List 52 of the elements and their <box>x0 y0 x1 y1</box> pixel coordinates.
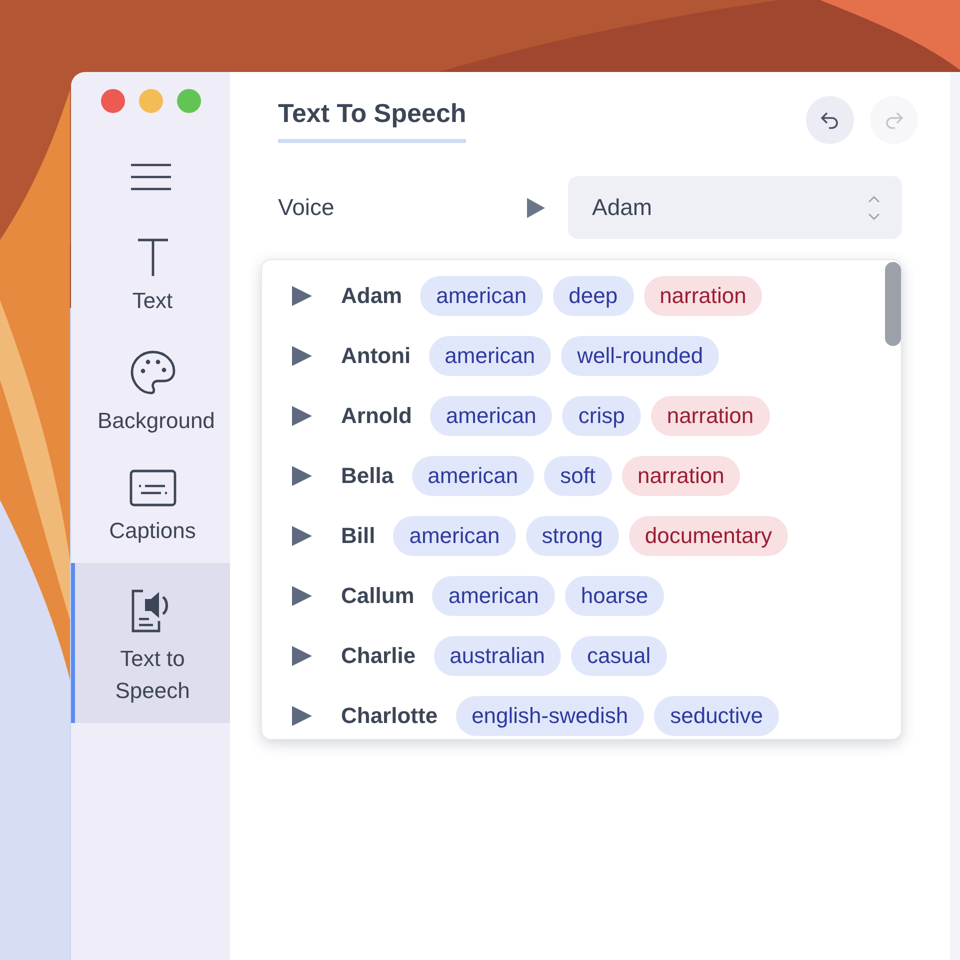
play-icon[interactable] <box>291 345 313 367</box>
voice-label: Voice <box>278 194 336 221</box>
voice-option[interactable]: Callum american hoarse <box>262 566 881 626</box>
play-icon[interactable] <box>291 645 313 667</box>
voice-tag: crisp <box>562 396 641 436</box>
sidebar-item[interactable]: Text <box>71 221 230 333</box>
voice-option[interactable]: Arnold american crisp narration <box>262 386 881 446</box>
voice-tag: soft <box>544 456 612 496</box>
play-icon[interactable] <box>291 585 313 607</box>
voice-tag: seductive <box>654 696 780 736</box>
undo-button[interactable] <box>806 96 854 144</box>
voice-option[interactable]: Bella american soft narration <box>262 446 881 506</box>
voice-tag: american <box>430 396 552 436</box>
voice-option[interactable]: Bill american strong documentary <box>262 506 881 566</box>
voice-tag: australian <box>434 636 561 676</box>
voice-option[interactable]: Adam american deep narration <box>262 266 881 326</box>
play-icon[interactable] <box>291 705 313 727</box>
voice-option[interactable]: Charlotte english-swedish seductive <box>262 686 881 739</box>
voice-tag: deep <box>552 276 634 316</box>
play-icon[interactable] <box>291 525 313 547</box>
voice-tag: english-swedish <box>456 696 644 736</box>
play-icon[interactable] <box>291 285 313 307</box>
chevron-updown-icon <box>868 194 880 220</box>
sidebar-item[interactable]: Captions <box>71 453 230 563</box>
palette-icon <box>128 349 176 397</box>
sidebar-item[interactable]: Background <box>71 333 230 453</box>
voice-tag: strong <box>526 516 619 556</box>
text-icon <box>136 237 170 277</box>
voice-tag: american <box>432 576 555 616</box>
voice-tag: narration <box>644 276 762 316</box>
voice-tag: hoarse <box>564 576 664 616</box>
captions-icon <box>128 469 176 507</box>
voice-select[interactable]: Adam <box>568 176 902 239</box>
voice-tag: narration <box>622 456 740 496</box>
voice-tag: documentary <box>628 516 788 556</box>
voice-option[interactable]: Charlie australian casual <box>262 626 881 686</box>
play-icon[interactable] <box>291 465 313 487</box>
voice-tag: american <box>428 336 552 376</box>
voice-tag: american <box>412 456 534 496</box>
voice-tag: american <box>420 276 543 316</box>
sidebar-item[interactable]: Text to Speech <box>71 563 230 723</box>
play-icon[interactable] <box>526 196 546 218</box>
voice-tag: well-rounded <box>561 336 720 376</box>
voice-option[interactable]: Antoni american well-rounded <box>262 326 881 386</box>
voice-tag: casual <box>570 636 667 676</box>
voice-tag: american <box>393 516 516 556</box>
play-icon[interactable] <box>291 405 313 427</box>
voice-tag: narration <box>650 396 770 436</box>
menu-icon[interactable] <box>130 163 172 191</box>
close-icon[interactable] <box>100 89 124 113</box>
page-title: Text To Speech <box>278 98 466 142</box>
scrollbar-thumb[interactable] <box>885 262 901 346</box>
